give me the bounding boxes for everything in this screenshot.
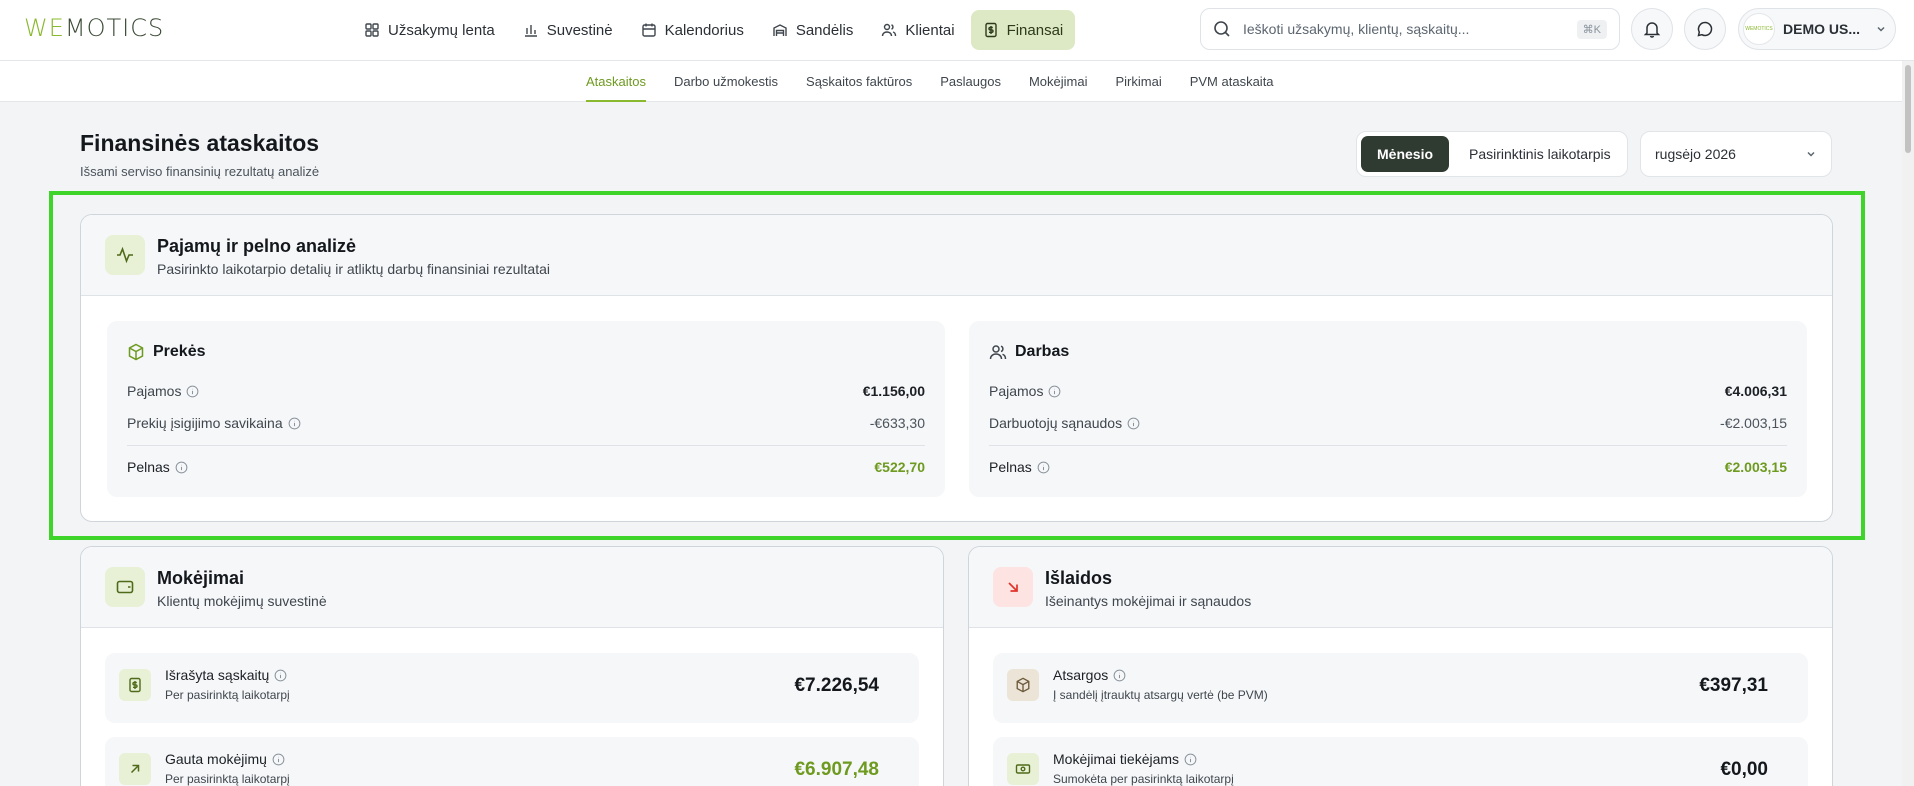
month-select-value: rugsėjo 2026 [1655,146,1736,162]
info-icon[interactable] [274,669,287,682]
tab-payroll[interactable]: Darbo užmokestis [660,61,792,102]
metric-title: Mokėjimai tiekėjams [1053,751,1180,767]
tab-invoices[interactable]: Sąskaitos faktūros [792,61,926,102]
metric-value: €6.907,48 [794,759,879,780]
metric-title: Gauta mokėjimų [165,751,267,767]
card-subtitle: Klientų mokėjimų suvestinė [157,593,327,609]
tab-services[interactable]: Paslaugos [926,61,1015,102]
metric-subtitle: Per pasirinktą laikotarpį [165,688,290,702]
receipt-icon [119,669,151,701]
chat-icon [1697,21,1713,37]
card-header: Išlaidos Išeinantys mokėjimai ir sąnaudo… [969,547,1832,628]
scrollbar[interactable] [1902,61,1914,786]
monthly-period-button[interactable]: Mėnesio [1361,136,1450,172]
arrow-up-right-icon [119,753,151,785]
package-icon [1007,669,1039,701]
month-select[interactable]: rugsėjo 2026 [1640,131,1832,177]
metric-value: €7.226,54 [794,675,879,696]
notifications-button[interactable] [1631,8,1673,50]
info-icon[interactable] [272,753,285,766]
nav-item-summary[interactable]: Suvestinė [511,10,625,50]
nav-item-clients[interactable]: Klientai [869,10,966,50]
metric-title: Atsargos [1053,667,1109,683]
invoices-issued-metric: Išrašyta sąskaitų Per pasirinktą laikota… [105,653,919,723]
metric-value: €0,00 [1720,759,1768,780]
payments-received-metric: Gauta mokėjimų Per pasirinktą laikotarpį… [105,737,919,786]
supplier-payments-metric: Mokėjimai tiekėjams Sumokėta per pasirin… [993,737,1808,786]
metric-subtitle: Į sandėlį įtrauktų atsargų vertė (be PVM… [1053,688,1268,702]
selection-highlight [49,191,1865,540]
metric-subtitle: Sumokėta per pasirinktą laikotarpį [1053,772,1234,786]
info-icon[interactable] [1184,753,1197,766]
page-subtitle: Išsami serviso finansinių rezultatų anal… [80,164,320,179]
bar-chart-icon [524,25,537,37]
card-header: Mokėjimai Klientų mokėjimų suvestinė [81,547,943,628]
metric-subtitle: Per pasirinktą laikotarpį [165,772,290,786]
tab-reports[interactable]: Ataskaitos [572,61,660,102]
chevron-down-icon [1807,151,1815,157]
nav-label: Kalendorius [664,21,744,39]
card-subtitle: Išeinantys mokėjimai ir sąnaudos [1045,593,1252,609]
nav-item-finance[interactable]: Finansai [970,10,1076,50]
calendar-icon [641,23,656,37]
bell-icon [1643,22,1661,38]
users-icon [882,23,897,37]
nav-label: Finansai [1006,21,1064,39]
grid-icon [365,23,379,37]
tab-payments[interactable]: Mokėjimai [1015,61,1102,102]
shortcut-badge: ⌘K [1576,19,1607,39]
metric-value: €397,31 [1699,675,1768,696]
nav-label: Sandėlis [795,21,854,39]
search-box[interactable]: Ieškoti užsakymų, klientų, sąskaitų... ⌘… [1200,8,1620,50]
payments-card: Mokėjimai Klientų mokėjimų suvestinė Išr… [80,546,944,786]
nav-item-orders[interactable]: Užsakymų lenta [352,10,507,50]
wallet-icon [105,567,145,607]
custom-period-button[interactable]: Pasirinktinis laikotarpis [1453,136,1627,172]
main-nav: Užsakymų lenta Suvestinė Kalendorius San… [352,10,1076,50]
avatar: WEMOTICS [1743,13,1775,45]
banknote-icon [1007,753,1039,785]
logo[interactable]: WEMOTICS [24,14,164,42]
logo-we: WE [24,14,65,42]
card-title: Mokėjimai [157,568,245,588]
tab-vat-report[interactable]: PVM ataskaita [1176,61,1288,102]
tab-purchases[interactable]: Pirkimai [1101,61,1175,102]
expenses-card: Išlaidos Išeinantys mokėjimai ir sąnaudo… [968,546,1833,786]
nav-item-warehouse[interactable]: Sandėlis [760,10,866,50]
info-icon[interactable] [1113,669,1126,682]
warehouse-icon [773,24,787,36]
user-name: DEMO US... [1783,21,1861,37]
chevron-down-icon [1877,26,1885,32]
messages-button[interactable] [1684,8,1726,50]
nav-label: Klientai [905,21,955,39]
search-input[interactable]: Ieškoti užsakymų, klientų, sąskaitų... [1243,21,1565,37]
search-icon [1214,21,1230,37]
metric-title: Išrašyta sąskaitų [165,667,270,683]
finance-subnav: Ataskaitos Darbo užmokestis Sąskaitos fa… [0,61,1914,102]
nav-item-calendar[interactable]: Kalendorius [629,10,756,50]
scrollbar-thumb[interactable] [1905,65,1911,153]
logo-rest: MOTICS [64,14,165,42]
top-bar: WEMOTICS Užsakymų lenta Suvestinė Kalend… [0,0,1914,61]
nav-label: Suvestinė [546,21,613,39]
page-title: Finansinės ataskaitos [80,130,320,156]
nav-label: Užsakymų lenta [388,21,495,39]
period-toggle: Mėnesio Pasirinktinis laikotarpis [1356,131,1628,177]
user-menu[interactable]: WEMOTICS DEMO US... [1738,8,1896,50]
card-title: Išlaidos [1045,568,1113,588]
arrow-down-right-icon [993,567,1033,607]
inventory-metric: Atsargos Į sandėlį įtrauktų atsargų vert… [993,653,1808,723]
receipt-icon [984,22,997,38]
